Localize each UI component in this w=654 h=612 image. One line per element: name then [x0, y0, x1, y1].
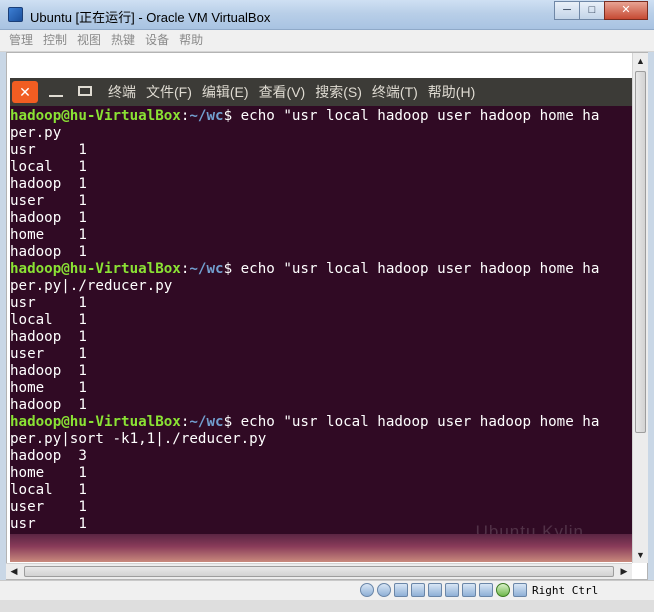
- vertical-scroll-thumb[interactable]: [635, 71, 646, 433]
- menu-item-view[interactable]: 视图: [77, 30, 101, 51]
- terminal-menu-help[interactable]: 帮助(H): [428, 78, 475, 106]
- menu-item-control[interactable]: 控制: [43, 30, 67, 51]
- terminal-close-button[interactable]: ✕: [12, 81, 38, 103]
- terminal-output-line: hadoop 3: [10, 448, 87, 464]
- prompt-path: ~/wc: [189, 108, 224, 124]
- shared-folders-icon[interactable]: [411, 583, 425, 597]
- optical-drive-icon[interactable]: [377, 583, 391, 597]
- vertical-scrollbar[interactable]: ▲ ▼: [632, 53, 648, 563]
- terminal-output-line: home 1: [10, 465, 87, 481]
- terminal-prompt-line: hadoop@hu-VirtualBox:~/wc$ echo "usr loc…: [10, 261, 632, 278]
- scroll-right-arrow-icon[interactable]: ▶: [616, 564, 632, 579]
- terminal-output-line: hadoop 1: [10, 397, 87, 413]
- terminal-menu-file[interactable]: 文件(F): [146, 78, 192, 106]
- terminal-output-line: per.py|./reducer.py: [10, 278, 173, 294]
- terminal-output-line: per.py: [10, 125, 62, 141]
- terminal-menu-edit[interactable]: 编辑(E): [202, 78, 249, 106]
- statusbar-bottom-strip: [0, 600, 654, 612]
- menu-item-hotkeys[interactable]: 热键: [111, 30, 135, 51]
- terminal-output-line: hadoop 1: [10, 176, 87, 192]
- prompt-user-host: hadoop@hu-VirtualBox: [10, 108, 181, 124]
- terminal-menubar: 终端 文件(F) 编辑(E) 查看(V) 搜索(S) 终端(T) 帮助(H): [108, 78, 485, 106]
- menu-item-manage[interactable]: 管理: [9, 30, 33, 51]
- desktop-wallpaper-strip: [10, 534, 632, 562]
- horizontal-scrollbar[interactable]: ◀ ▶: [6, 563, 632, 579]
- terminal-menu-search[interactable]: 搜索(S): [315, 78, 362, 106]
- vbox-statusbar: Right Ctrl: [0, 580, 654, 612]
- prompt-command: $ echo "usr local hadoop user hadoop hom…: [223, 108, 600, 124]
- capture-icon[interactable]: [462, 583, 476, 597]
- usb-icon[interactable]: [394, 583, 408, 597]
- terminal-output-line: hadoop 1: [10, 329, 87, 345]
- minimize-button[interactable]: ─: [554, 1, 580, 20]
- scroll-up-arrow-icon[interactable]: ▲: [633, 53, 648, 69]
- terminal-output-line: hadoop 1: [10, 363, 87, 379]
- terminal-output-line: usr 1: [10, 142, 87, 158]
- terminal-output-line: usr 1: [10, 295, 87, 311]
- prompt-command: $ echo "usr local hadoop user hadoop hom…: [223, 414, 600, 430]
- terminal-output-line: local 1: [10, 482, 87, 498]
- network-icon[interactable]: [428, 583, 442, 597]
- mouse-integration-icon[interactable]: [496, 583, 510, 597]
- keyboard-capture-icon[interactable]: [513, 583, 527, 597]
- desktop-watermark: Ubuntu Kylin: [475, 522, 584, 534]
- menu-item-devices[interactable]: 设备: [145, 30, 169, 51]
- terminal-output-line: user 1: [10, 499, 87, 515]
- prompt-command: $ echo "usr local hadoop user hadoop hom…: [223, 261, 600, 277]
- terminal-output-line: user 1: [10, 193, 87, 209]
- terminal-output[interactable]: hadoop@hu-VirtualBox:~/wc$ echo "usr loc…: [10, 106, 632, 534]
- window-titlebar[interactable]: Ubuntu [正在运行] - Oracle VM VirtualBox ─ □…: [0, 0, 654, 30]
- terminal-output-line: user 1: [10, 346, 87, 362]
- terminal-output-line: hadoop 1: [10, 244, 87, 260]
- terminal-prompt-line: hadoop@hu-VirtualBox:~/wc$ echo "usr loc…: [10, 108, 632, 125]
- prompt-user-host: hadoop@hu-VirtualBox: [10, 261, 181, 277]
- terminal-output-line: local 1: [10, 312, 87, 328]
- terminal-output-line: per.py|sort -k1,1|./reducer.py: [10, 431, 267, 447]
- vbox-menubar: 管理 控制 视图 热键 设备 帮助: [0, 30, 654, 52]
- virtualbox-app-icon: [8, 7, 23, 22]
- maximize-button[interactable]: □: [579, 1, 605, 20]
- prompt-path: ~/wc: [189, 414, 224, 430]
- terminal-minimize-button[interactable]: [43, 81, 69, 103]
- terminal-output-line: local 1: [10, 159, 87, 175]
- hard-disk-icon[interactable]: [360, 583, 374, 597]
- close-button[interactable]: ✕: [604, 1, 648, 20]
- terminal-output-line: home 1: [10, 227, 87, 243]
- scroll-left-arrow-icon[interactable]: ◀: [6, 564, 22, 579]
- horizontal-scroll-thumb[interactable]: [24, 566, 614, 577]
- menu-item-help[interactable]: 帮助: [179, 30, 203, 51]
- desktop-top-strip: [7, 53, 647, 77]
- prompt-user-host: hadoop@hu-VirtualBox: [10, 414, 181, 430]
- terminal-prompt-line: hadoop@hu-VirtualBox:~/wc$ echo "usr loc…: [10, 414, 632, 431]
- host-key-label: Right Ctrl: [532, 583, 599, 597]
- terminal-menu-view[interactable]: 查看(V): [259, 78, 306, 106]
- display-icon[interactable]: [445, 583, 459, 597]
- video-capture-icon[interactable]: [479, 583, 493, 597]
- terminal-menu-terminal[interactable]: 终端(T): [372, 78, 418, 106]
- terminal-maximize-button[interactable]: [72, 81, 98, 103]
- terminal-output-line: home 1: [10, 380, 87, 396]
- terminal-menu-terminal-title: 终端: [108, 84, 136, 100]
- terminal-titlebar[interactable]: ✕ 终端 文件(F) 编辑(E) 查看(V) 搜索(S) 终端(T) 帮助(H): [10, 78, 632, 106]
- status-icons: Right Ctrl: [360, 581, 598, 599]
- scroll-down-arrow-icon[interactable]: ▼: [633, 547, 648, 563]
- terminal-output-line: hadoop 1: [10, 210, 87, 226]
- terminal-lines: hadoop@hu-VirtualBox:~/wc$ echo "usr loc…: [10, 108, 632, 533]
- window-title: Ubuntu [正在运行] - Oracle VM VirtualBox: [30, 10, 271, 25]
- prompt-path: ~/wc: [189, 261, 224, 277]
- window-controls: ─ □ ✕: [554, 1, 648, 21]
